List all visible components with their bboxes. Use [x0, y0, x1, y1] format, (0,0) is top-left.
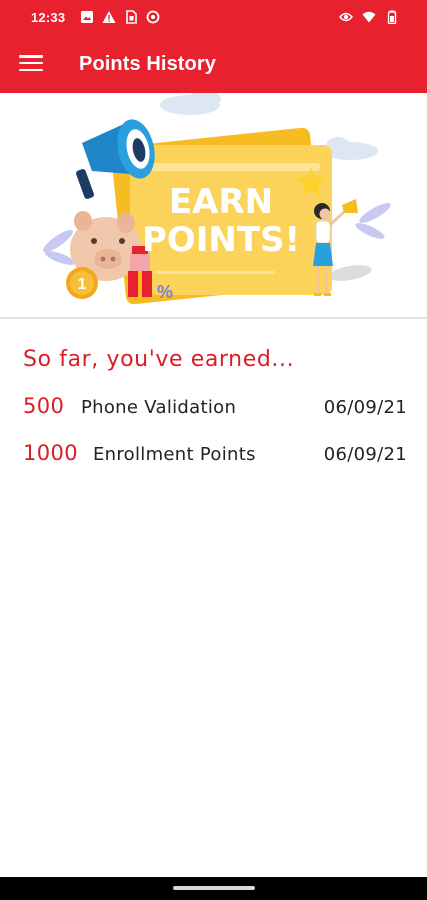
menu-icon-bar: [19, 55, 43, 58]
page-title: Points History: [79, 53, 216, 75]
system-nav-bar: [0, 877, 427, 900]
earned-heading: So far, you've earned...: [23, 347, 295, 372]
menu-button[interactable]: [18, 52, 44, 74]
history-points: 1000: [23, 441, 79, 465]
history-points: 500: [23, 394, 65, 418]
banner-illustration: 1 % EARN POINTS!: [42, 90, 391, 305]
menu-icon-bar: [19, 68, 43, 71]
banner-headline-line1: EARN: [169, 182, 273, 222]
history-row: 1000 Enrollment Points 06/09/21: [23, 441, 407, 471]
history-description: Enrollment Points: [93, 444, 256, 465]
data-saver-icon: [146, 10, 160, 24]
app-bar: 12:33 Points History: [0, 0, 427, 93]
coin-label: 1: [78, 276, 87, 293]
history-description: Phone Validation: [81, 397, 237, 418]
coin-shape: 1: [66, 267, 98, 299]
status-left-icons: [80, 10, 160, 24]
alert-icon: [102, 11, 116, 23]
menu-icon-bar: [19, 61, 43, 65]
banner-headline-line2: POINTS!: [142, 220, 300, 260]
sim-icon: [126, 10, 137, 24]
home-gesture-handle[interactable]: [173, 886, 255, 890]
wifi-icon: [362, 11, 376, 23]
woman-figure-shape: [313, 199, 358, 296]
image-icon: [81, 11, 93, 23]
status-right-icons: [339, 10, 399, 24]
earn-points-banner: 1 % EARN POINTS!: [0, 90, 427, 317]
status-time: 12:33: [31, 10, 66, 25]
history-date: 06/09/21: [323, 397, 407, 418]
eye-icon: [339, 12, 353, 22]
history-date: 06/09/21: [323, 444, 407, 465]
history-row: 500 Phone Validation 06/09/21: [23, 394, 407, 424]
status-bar: 12:33: [0, 0, 427, 34]
percent-label: %: [157, 282, 173, 302]
battery-icon: [387, 10, 397, 24]
banner-divider: [0, 317, 427, 319]
